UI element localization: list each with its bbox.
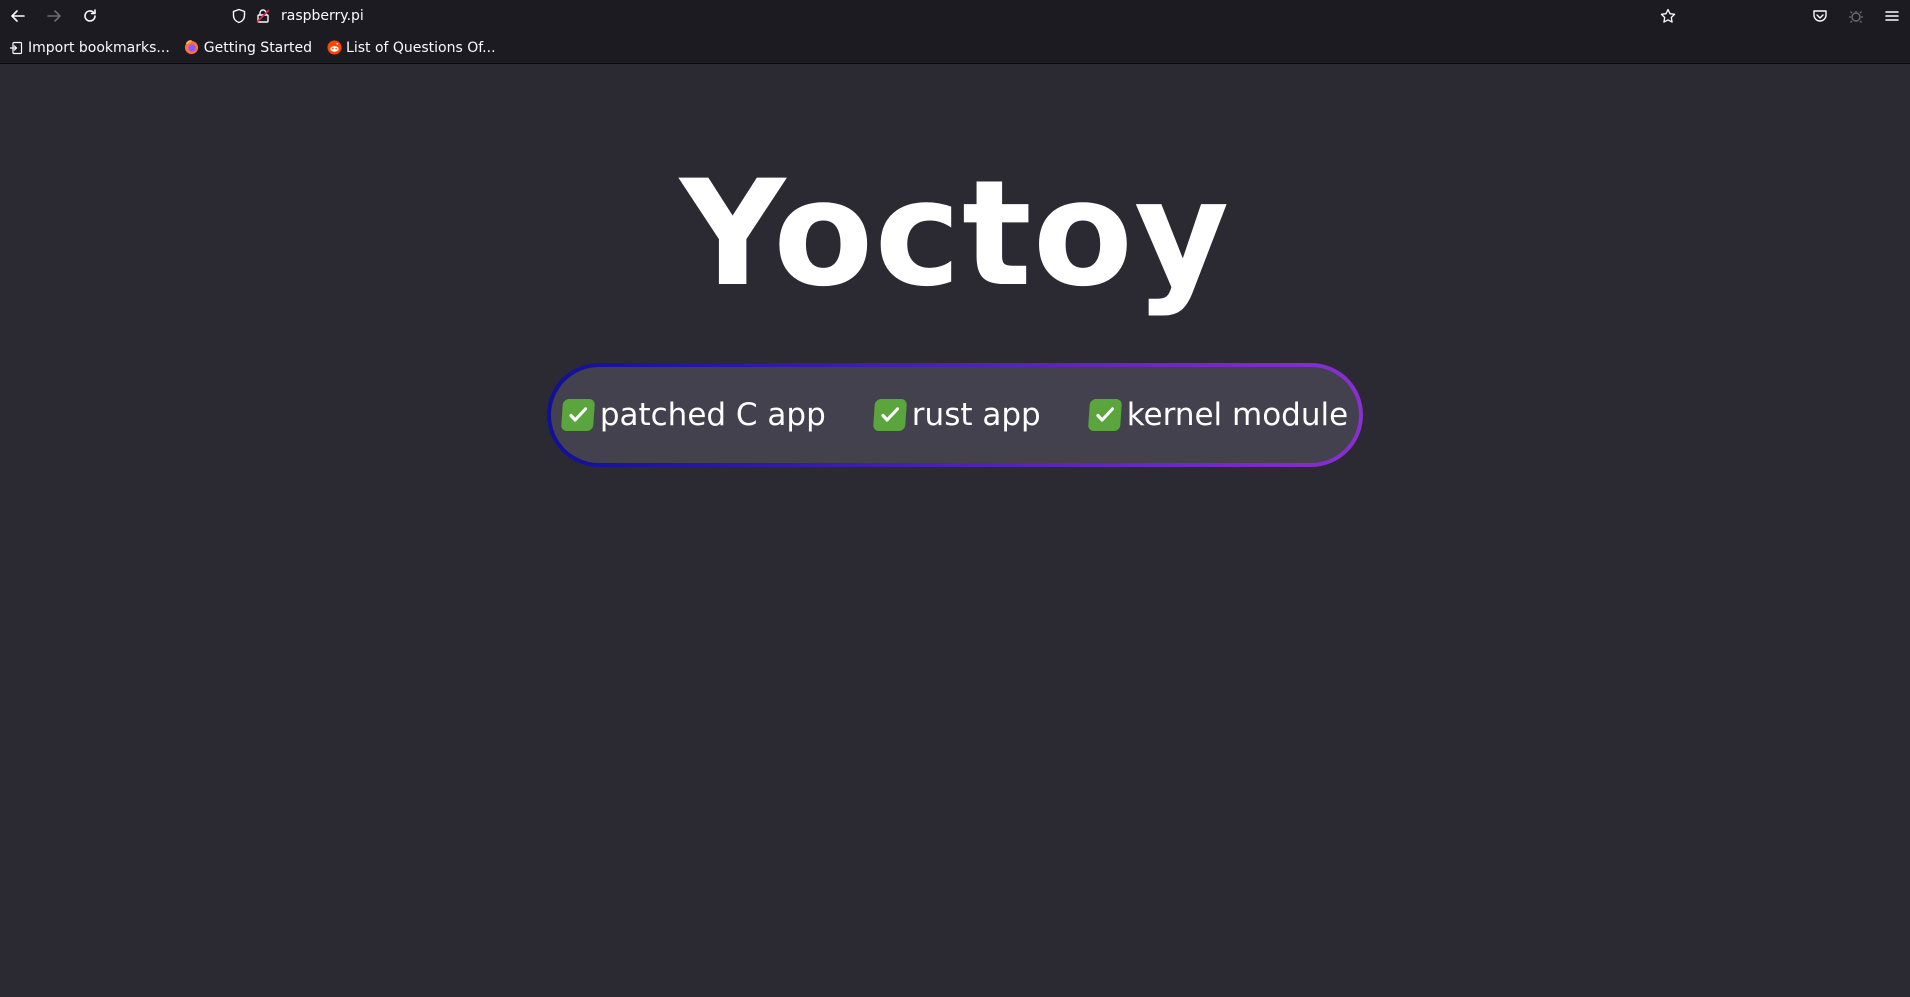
tracking-protection-shield-icon[interactable] bbox=[227, 8, 251, 24]
bookmark-label: Getting Started bbox=[203, 39, 313, 56]
status-pill: patched C app rust app kernel module bbox=[547, 363, 1363, 467]
menu-button[interactable] bbox=[1874, 0, 1910, 32]
url-bar[interactable]: raspberry.pi bbox=[227, 0, 1683, 32]
insecure-lock-icon[interactable] bbox=[251, 8, 275, 24]
bookmark-import[interactable]: Import bookmarks... bbox=[8, 40, 170, 56]
pocket-icon bbox=[1813, 10, 1827, 22]
navigation-toolbar: raspberry.pi bbox=[0, 0, 1910, 32]
check-mark-icon bbox=[1087, 399, 1122, 431]
reload-icon bbox=[84, 9, 96, 22]
check-mark-icon bbox=[560, 399, 595, 431]
bookmarks-toolbar: Import bookmarks... Getting Started List… bbox=[0, 32, 1910, 64]
reload-button[interactable] bbox=[72, 0, 108, 32]
back-arrow-icon bbox=[11, 10, 25, 22]
bookmark-label: List of Questions Of... bbox=[346, 39, 496, 56]
check-mark-icon bbox=[872, 399, 907, 431]
firefox-icon bbox=[184, 40, 200, 56]
bookmark-list-of-questions[interactable]: List of Questions Of... bbox=[326, 40, 496, 56]
extension-button[interactable] bbox=[1838, 0, 1874, 32]
toolbar-right-icons bbox=[1802, 0, 1910, 32]
bookmark-label: Import bookmarks... bbox=[28, 39, 170, 56]
page-title: Yoctoy bbox=[679, 149, 1231, 319]
forward-button[interactable] bbox=[36, 0, 72, 32]
back-button[interactable] bbox=[0, 0, 36, 32]
url-text[interactable]: raspberry.pi bbox=[281, 8, 1653, 24]
status-item-rust-app: rust app bbox=[872, 397, 1041, 433]
bug-extension-icon bbox=[1849, 11, 1863, 23]
hamburger-menu-icon bbox=[1885, 11, 1899, 21]
status-label: rust app bbox=[911, 397, 1041, 433]
status-item-patched-c-app: patched C app bbox=[560, 397, 826, 433]
status-label: patched C app bbox=[599, 397, 826, 433]
page-content: Yoctoy patched C app rust app kernel mod… bbox=[0, 64, 1910, 997]
bookmark-star-icon[interactable] bbox=[1653, 8, 1683, 24]
reddit-icon bbox=[326, 40, 342, 56]
pocket-button[interactable] bbox=[1802, 0, 1838, 32]
import-icon bbox=[8, 40, 24, 56]
status-list: patched C app rust app kernel module bbox=[551, 367, 1359, 463]
bookmark-getting-started[interactable]: Getting Started bbox=[184, 40, 312, 56]
status-item-kernel-module: kernel module bbox=[1087, 397, 1349, 433]
forward-arrow-icon bbox=[47, 10, 61, 22]
browser-chrome: raspberry.pi Import bookmarks... Getting… bbox=[0, 0, 1910, 64]
status-label: kernel module bbox=[1126, 397, 1349, 433]
